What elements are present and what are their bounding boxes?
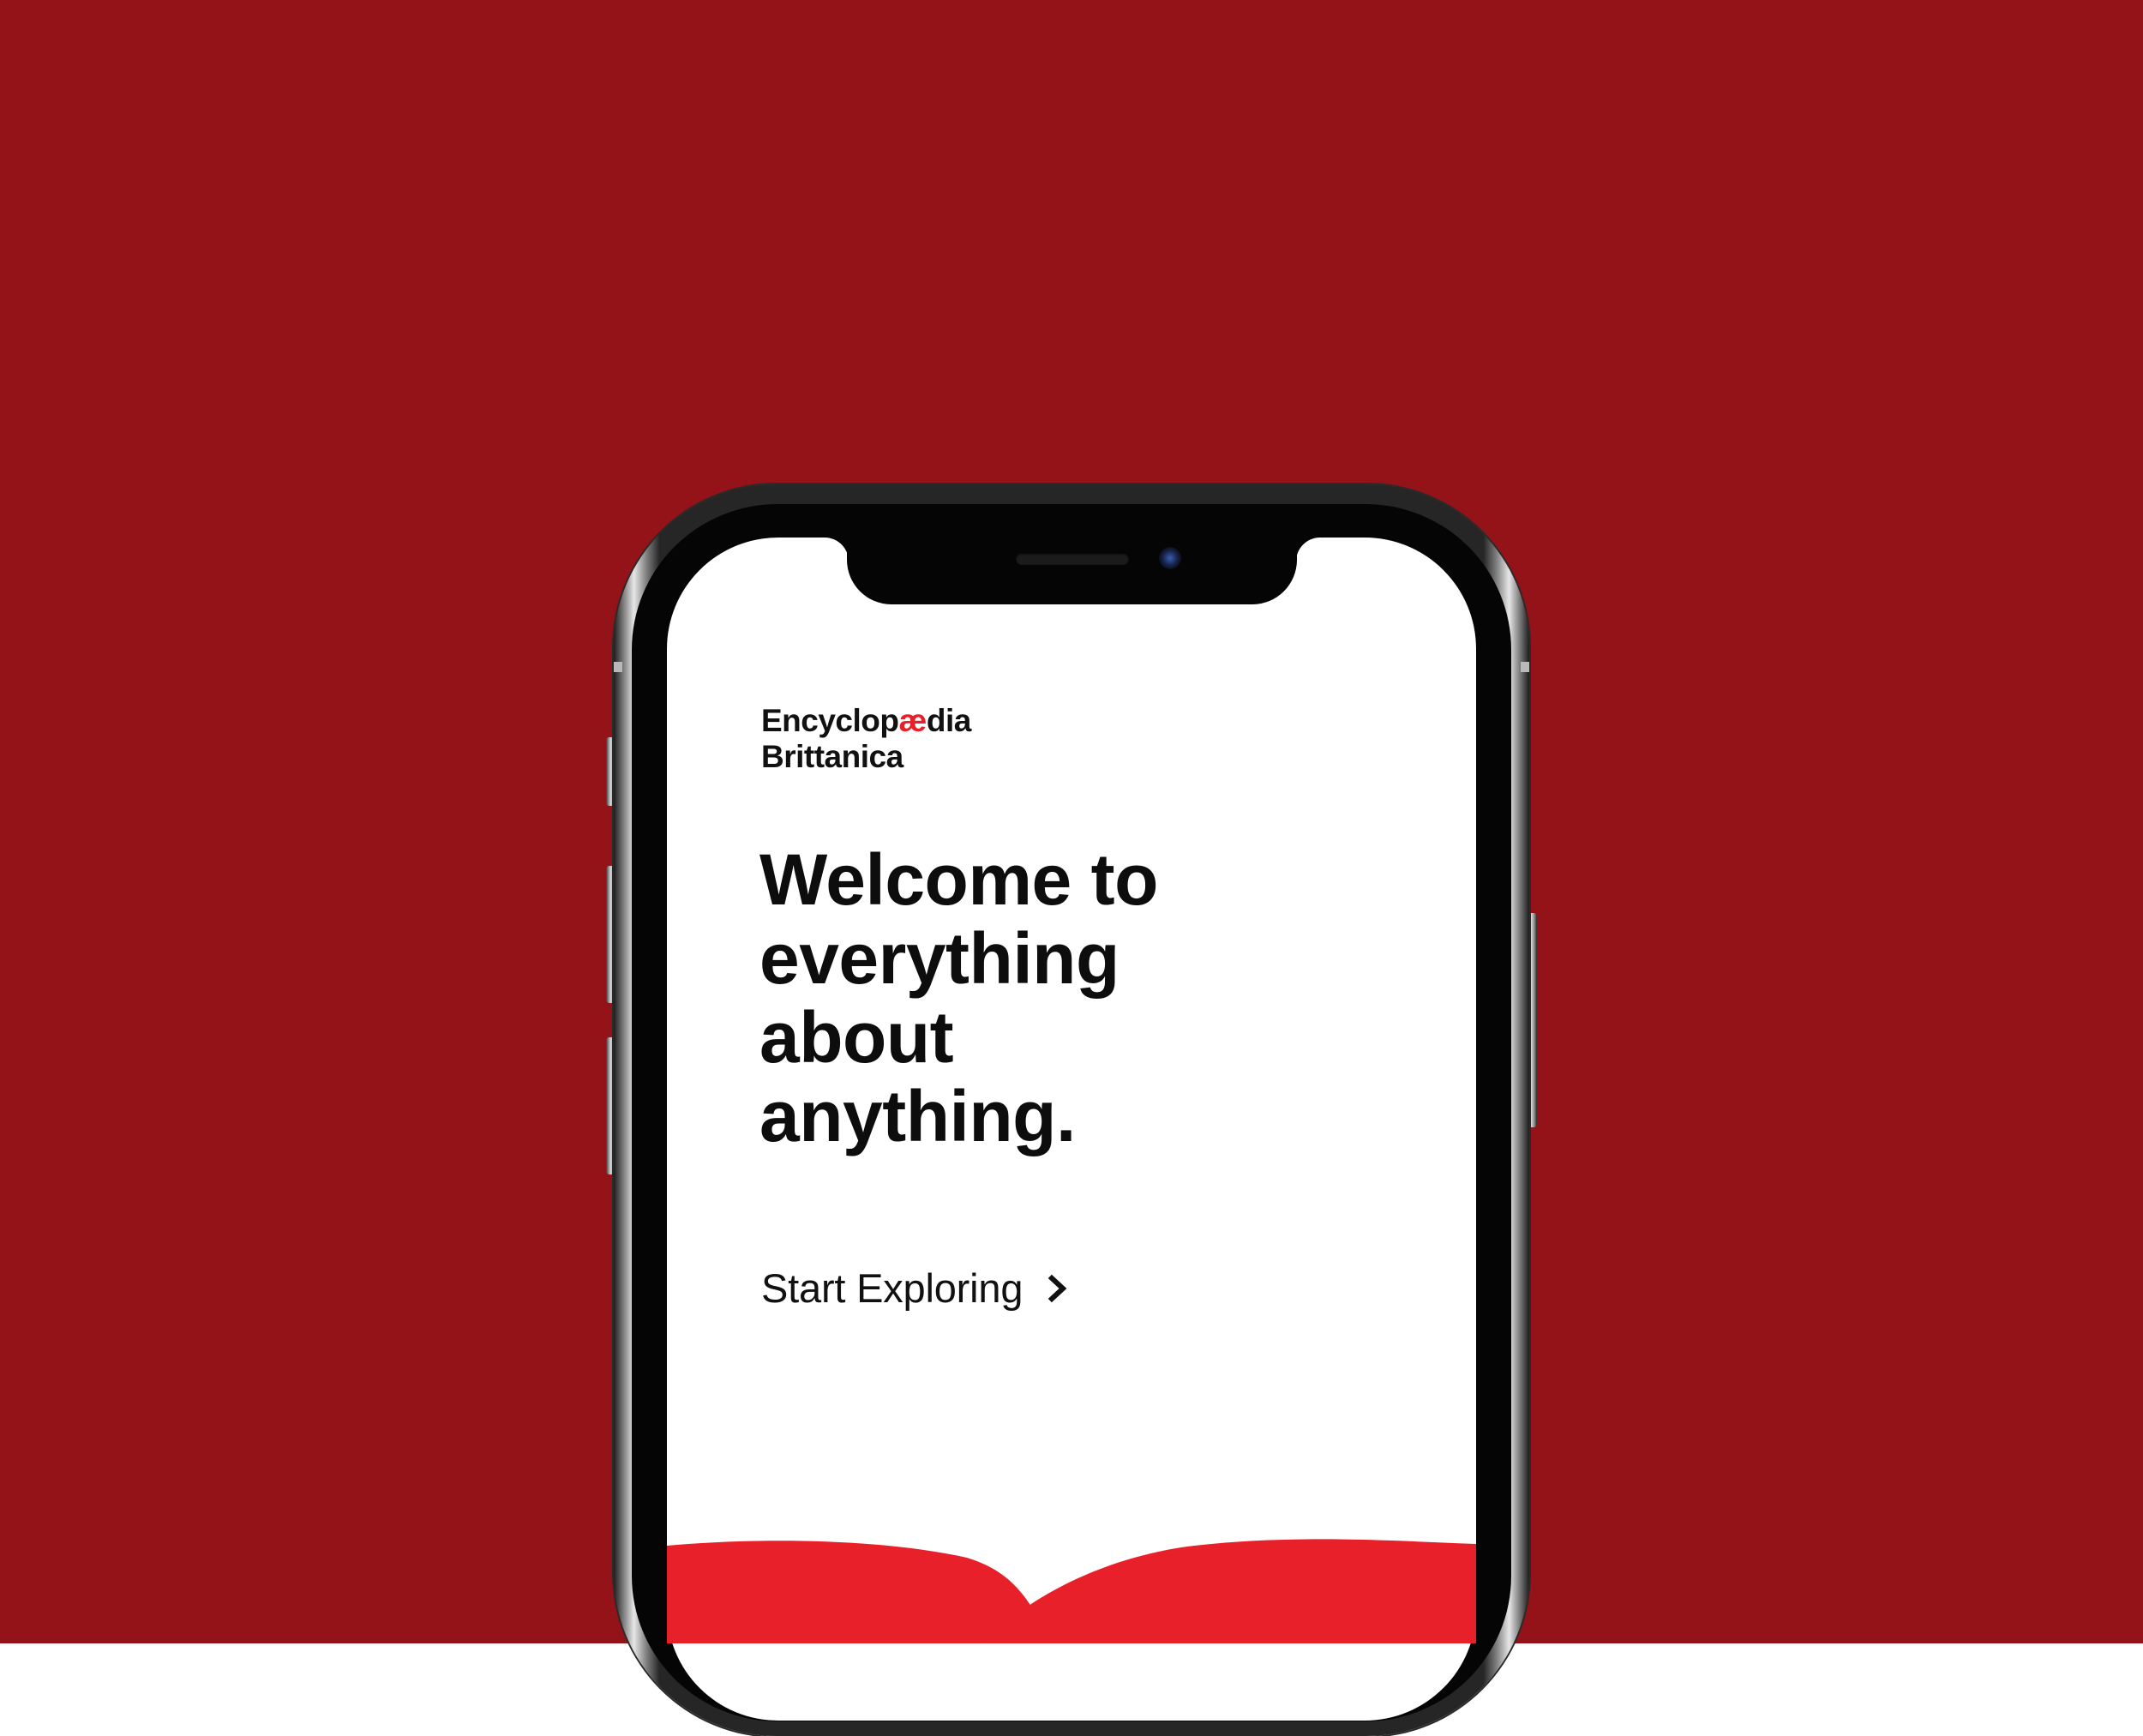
welcome-headline: Welcome to everything about anything.: [759, 840, 1240, 1156]
headline-line-1: Welcome to: [759, 839, 1158, 920]
heart-decoration: [667, 1539, 1476, 1643]
brand-ligature: æ: [898, 703, 927, 738]
heart-lobe-right: [982, 1539, 1476, 1643]
front-camera: [1159, 547, 1181, 569]
headline-line-2: everything: [759, 918, 1120, 999]
start-exploring-label: Start Exploring: [761, 1265, 1023, 1311]
antenna-band-left: [614, 662, 622, 672]
brand-logo: Encyclopædia Brittanica: [761, 703, 971, 775]
brand-word-prefix: Encyclop: [761, 703, 899, 738]
brand-word-suffix: dia: [926, 703, 971, 738]
chevron-right-icon: [1047, 1273, 1069, 1304]
headline-line-4: anything.: [759, 1076, 1076, 1156]
start-exploring-button[interactable]: Start Exploring: [761, 1264, 1069, 1312]
antenna-band-right: [1521, 662, 1529, 672]
headline-line-3: about: [759, 997, 954, 1078]
notch-corner-left: [825, 538, 849, 562]
notch-corner-right: [1296, 538, 1320, 562]
earpiece-speaker: [1016, 553, 1129, 565]
brand-line-2: Brittanica: [761, 739, 903, 774]
brand-line-1: Encyclopædia: [761, 703, 971, 739]
notch: [847, 536, 1297, 604]
heart-lobe-left: [667, 1541, 1051, 1643]
